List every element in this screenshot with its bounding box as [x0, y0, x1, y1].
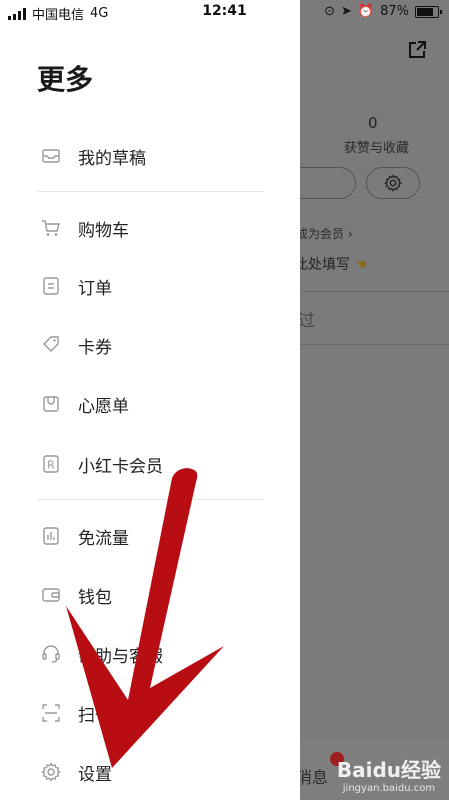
- bio-hint[interactable]: 此处填写 ☚: [294, 254, 367, 274]
- menu-item-wallet[interactable]: 钱包: [0, 575, 300, 615]
- menu-divider: [37, 499, 264, 500]
- location-icon: ➤: [341, 4, 352, 19]
- menu-item-free-data[interactable]: 免流量: [0, 516, 300, 556]
- settings-icon: [41, 762, 61, 782]
- watermark-brand: Baidu经验: [336, 758, 441, 782]
- become-member-link[interactable]: 成为会员 ›: [296, 225, 353, 242]
- order-icon: [41, 276, 61, 296]
- menu-item-label: 卡券: [78, 337, 112, 358]
- menu-item-orders[interactable]: 订单: [0, 266, 300, 306]
- battery-icon: [415, 5, 442, 18]
- status-right: ⊙ ➤ ⏰ 87%: [324, 4, 442, 19]
- rotation-lock-icon: ⊙: [324, 4, 335, 19]
- menu-item-label: 小红卡会员: [78, 456, 163, 477]
- alarm-icon: ⏰: [357, 4, 375, 19]
- menu-item-label: 我的草稿: [78, 148, 146, 169]
- profile-settings-button[interactable]: [366, 167, 420, 199]
- menu-item-label: 帮助与客服: [78, 646, 163, 667]
- menu-item-label: 免流量: [78, 528, 129, 549]
- menu-item-member-card[interactable]: R 小红卡会员: [0, 444, 300, 484]
- wishlist-icon: [41, 394, 61, 414]
- menu-item-settings[interactable]: 设置: [0, 752, 300, 792]
- member-card-icon: R: [41, 454, 61, 474]
- watermark-url: jingyan.baidu.com: [342, 783, 436, 794]
- divider-line: [300, 344, 449, 345]
- tab-messages[interactable]: 消息: [296, 764, 328, 788]
- cart-icon: [41, 218, 61, 238]
- menu-item-label: 购物车: [78, 220, 129, 241]
- pointing-hand-icon: ☚: [354, 257, 368, 273]
- divider-line: [300, 291, 449, 292]
- free-data-icon: [41, 526, 61, 546]
- battery-fill: [417, 7, 433, 16]
- menu-item-coupons[interactable]: 卡券: [0, 325, 300, 365]
- share-icon[interactable]: [407, 40, 427, 60]
- likes-label: 获赞与收藏: [344, 141, 410, 156]
- likes-count: 0: [368, 114, 378, 132]
- svg-text:R: R: [47, 459, 55, 472]
- headset-icon: [41, 644, 61, 664]
- gear-icon: [384, 174, 402, 192]
- baidu-watermark: Baidu经验 jingyan.baidu.com: [337, 754, 441, 794]
- inbox-icon: [41, 146, 61, 166]
- coupon-icon: [41, 335, 61, 355]
- background-profile-page[interactable]: 0 获赞与收藏 成为会员 › 此处填写 ☚ 过 消息: [260, 0, 449, 800]
- menu-item-scan[interactable]: 扫一扫: [0, 693, 300, 733]
- menu-item-label: 钱包: [78, 587, 112, 608]
- menu-item-wishlist[interactable]: 心愿单: [0, 384, 300, 424]
- more-drawer: 更多 我的草稿 购物车 订单 卡券 心愿单 R 小红卡会员 免流量 钱包 帮助与…: [0, 0, 300, 800]
- drawer-title: 更多: [37, 63, 94, 96]
- menu-item-label: 心愿单: [78, 396, 129, 417]
- status-bar: 中国电信 4G 12:41 ⊙ ➤ ⏰ 87%: [0, 0, 449, 26]
- scan-icon: [41, 703, 61, 723]
- menu-item-label: 设置: [78, 764, 112, 785]
- menu-item-cart[interactable]: 购物车: [0, 208, 300, 248]
- wallet-icon: [41, 585, 61, 605]
- battery-percent: 87%: [380, 4, 409, 19]
- menu-item-drafts[interactable]: 我的草稿: [0, 136, 300, 176]
- menu-divider: [37, 191, 264, 192]
- menu-item-help[interactable]: 帮助与客服: [0, 634, 300, 674]
- tab-text[interactable]: 过: [298, 306, 315, 331]
- menu-item-label: 扫一扫: [78, 705, 129, 726]
- menu-item-label: 订单: [78, 278, 112, 299]
